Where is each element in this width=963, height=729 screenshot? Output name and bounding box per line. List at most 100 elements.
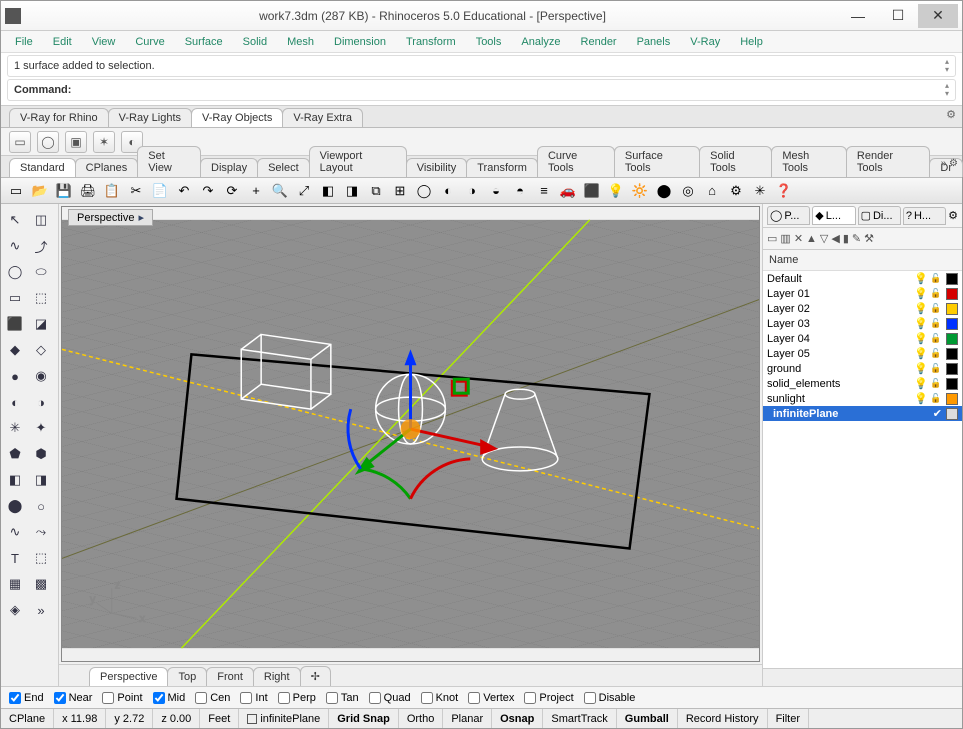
status-toggle-grid-snap[interactable]: Grid Snap <box>329 709 399 728</box>
lefttool-21[interactable]: ◨ <box>29 468 53 492</box>
check-icon[interactable]: ✔ <box>933 407 942 420</box>
lock-icon[interactable]: 🔓 <box>930 378 942 389</box>
color-swatch[interactable] <box>946 378 958 390</box>
viewport-menu-icon[interactable]: ▸ <box>138 211 144 224</box>
toolbar-btn-4[interactable]: 📋 <box>101 180 123 202</box>
osnap-project[interactable]: Project <box>524 692 573 704</box>
layer-list[interactable]: Default💡🔓Layer 01💡🔓Layer 02💡🔓Layer 03💡🔓L… <box>763 271 962 668</box>
delete-layer-icon[interactable]: ✕ <box>794 232 803 245</box>
right-tab-2[interactable]: ▢Di... <box>858 206 901 225</box>
menu-solid[interactable]: Solid <box>235 34 275 50</box>
layer-row[interactable]: Layer 02💡🔓 <box>763 301 962 316</box>
osnap-tan[interactable]: Tan <box>326 692 359 704</box>
right-tab-1[interactable]: ◆L... <box>812 206 855 225</box>
lefttool-29[interactable]: ▩ <box>29 572 53 596</box>
lefttool-4[interactable]: ◯ <box>3 260 27 284</box>
vray-tab-0[interactable]: V-Ray for Rhino <box>9 108 109 127</box>
lefttool-0[interactable]: ↖ <box>3 208 27 232</box>
toolbar-btn-16[interactable]: ⊞ <box>389 180 411 202</box>
bulb-icon[interactable]: 💡 <box>914 287 926 300</box>
toolbar-btn-27[interactable]: ⬤ <box>653 180 675 202</box>
command-stepper[interactable]: ▴▾ <box>945 82 949 98</box>
toolbar-btn-26[interactable]: 🔆 <box>629 180 651 202</box>
status-layer[interactable]: infinitePlane <box>239 709 329 728</box>
toolbar-btn-19[interactable]: ◑ <box>461 180 483 202</box>
lefttool-15[interactable]: ◑ <box>29 390 53 414</box>
tooltab-1[interactable]: CPlanes <box>75 158 139 177</box>
menu-surface[interactable]: Surface <box>177 34 231 50</box>
status-toggle-ortho[interactable]: Ortho <box>399 709 444 728</box>
color-swatch[interactable] <box>946 318 958 330</box>
layer-row[interactable]: sunlight💡🔓 <box>763 391 962 406</box>
color-swatch[interactable] <box>946 288 958 300</box>
tools-icon[interactable]: ✎ <box>852 232 861 245</box>
lefttool-10[interactable]: ◆ <box>3 338 27 362</box>
toolbar-btn-17[interactable]: ◯ <box>413 180 435 202</box>
layer-row[interactable]: Layer 01💡🔓 <box>763 286 962 301</box>
lefttool-8[interactable]: ⬛ <box>3 312 27 336</box>
command-input[interactable] <box>77 84 939 96</box>
lefttool-2[interactable]: ∿ <box>3 234 27 258</box>
lefttool-30[interactable]: ◈ <box>3 598 27 622</box>
new-sublayer-icon[interactable]: ▥ <box>780 232 790 245</box>
toolbar-btn-21[interactable]: ◓ <box>509 180 531 202</box>
gear-icon[interactable]: ⚙ <box>946 108 956 121</box>
layer-row[interactable]: solid_elements💡🔓 <box>763 376 962 391</box>
toolbar-btn-29[interactable]: ⌂ <box>701 180 723 202</box>
toolbar-btn-31[interactable]: ✳ <box>749 180 771 202</box>
panel-gear-icon[interactable]: ⚙ <box>948 209 958 222</box>
lock-icon[interactable]: 🔓 <box>930 288 942 299</box>
tooltab-4[interactable]: Select <box>257 158 310 177</box>
tooltab-2[interactable]: Set View <box>137 146 201 177</box>
tooltab-3[interactable]: Display <box>200 158 258 177</box>
bulb-icon[interactable]: 💡 <box>914 347 926 360</box>
osnap-point[interactable]: Point <box>102 692 142 704</box>
bulb-icon[interactable]: 💡 <box>914 332 926 345</box>
osnap-near[interactable]: Near <box>54 692 93 704</box>
lefttool-23[interactable]: ○ <box>29 494 53 518</box>
toolbar-btn-1[interactable]: 📂 <box>29 180 51 202</box>
tooltab-5[interactable]: Viewport Layout <box>309 146 407 177</box>
view-tab-front[interactable]: Front <box>206 667 254 686</box>
lefttool-5[interactable]: ⬭ <box>29 260 53 284</box>
layer-row[interactable]: Layer 03💡🔓 <box>763 316 962 331</box>
menu-file[interactable]: File <box>7 34 41 50</box>
bulb-icon[interactable]: 💡 <box>914 362 926 375</box>
lefttool-25[interactable]: ⤳ <box>29 520 53 544</box>
lefttool-13[interactable]: ◉ <box>29 364 53 388</box>
tooltab-6[interactable]: Visibility <box>406 158 468 177</box>
sphere-icon[interactable]: ◯ <box>37 131 59 153</box>
filter-icon[interactable]: ▮ <box>843 232 849 245</box>
menu-dimension[interactable]: Dimension <box>326 34 394 50</box>
osnap-knot[interactable]: Knot <box>421 692 459 704</box>
lefttool-6[interactable]: ▭ <box>3 286 27 310</box>
lock-icon[interactable]: 🔓 <box>930 273 942 284</box>
lock-icon[interactable]: 🔓 <box>930 303 942 314</box>
toolbar-btn-24[interactable]: ⬛ <box>581 180 603 202</box>
toolbar-btn-7[interactable]: ↶ <box>173 180 195 202</box>
viewport-canvas[interactable]: z x y <box>62 207 759 661</box>
menu-edit[interactable]: Edit <box>45 34 80 50</box>
bulb-icon[interactable]: 💡 <box>914 317 926 330</box>
menu-analyze[interactable]: Analyze <box>513 34 568 50</box>
lock-icon[interactable]: 🔓 <box>930 348 942 359</box>
vray-tab-1[interactable]: V-Ray Lights <box>108 108 192 127</box>
lefttool-20[interactable]: ◧ <box>3 468 27 492</box>
lefttool-31[interactable]: » <box>29 598 53 622</box>
toolbar-btn-14[interactable]: ◨ <box>341 180 363 202</box>
bulb-icon[interactable]: 💡 <box>914 272 926 285</box>
toolbar-btn-13[interactable]: ◧ <box>317 180 339 202</box>
toolbar-btn-32[interactable]: ❓ <box>773 180 795 202</box>
tooltab-10[interactable]: Solid Tools <box>699 146 772 177</box>
color-swatch[interactable] <box>946 348 958 360</box>
more-tabs-icon[interactable]: » ⚙ <box>941 158 958 169</box>
tooltab-12[interactable]: Render Tools <box>846 146 930 177</box>
toolbar-btn-5[interactable]: ✂ <box>125 180 147 202</box>
view-tab-perspective[interactable]: Perspective <box>89 667 168 686</box>
left-icon[interactable]: ◀ <box>831 232 839 245</box>
view-tab-top[interactable]: Top <box>167 667 207 686</box>
lefttool-24[interactable]: ∿ <box>3 520 27 544</box>
move-down-icon[interactable]: ▽ <box>820 232 828 245</box>
view-tab-right[interactable]: Right <box>253 667 301 686</box>
toolbar-btn-2[interactable]: 💾 <box>53 180 75 202</box>
